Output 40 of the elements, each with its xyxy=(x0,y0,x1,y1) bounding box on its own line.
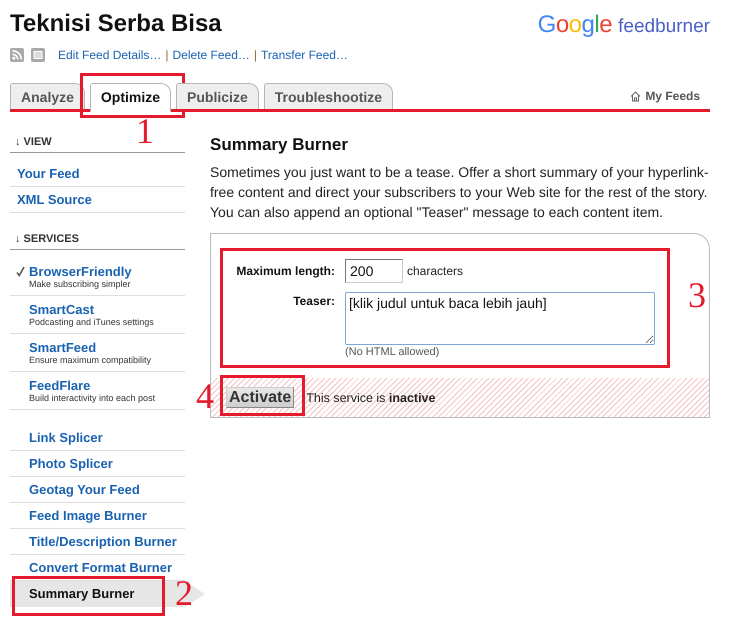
tab[interactable]: Analyze xyxy=(10,83,85,109)
product-name: feedburner xyxy=(618,15,710,39)
description-text: Sometimes you just want to be a tease. Offer a short summary of your hyperlink-free content and direct your subscribers to your Web site for the rest of the story. You can also append an optional "Teaser" message to each content item. xyxy=(210,163,710,222)
field-note: (No HTML allowed) xyxy=(345,346,440,359)
sidebar-item[interactable]: Geotag Your Feed xyxy=(10,477,185,503)
sidebar-item[interactable]: Link Splicer xyxy=(10,425,185,451)
page-heading: Summary Burner xyxy=(210,135,349,155)
sidebar-item[interactable]: Feed Image Burner xyxy=(10,503,185,529)
home-icon xyxy=(630,90,642,102)
tab[interactable]: Troubleshootize xyxy=(264,83,394,109)
sidebar-item[interactable]: SmartFeed Ensure maximum compatibility xyxy=(10,334,185,372)
callout-number: 4 xyxy=(196,378,214,414)
my-feeds-link[interactable]: My Feeds xyxy=(630,89,700,103)
brand-logo: Google xyxy=(538,11,612,39)
sidebar-item[interactable]: Photo Splicer xyxy=(10,451,185,477)
tab[interactable]: Optimize xyxy=(90,83,172,112)
sidebar-item[interactable]: BrowserFriendly Make subscribing simpler xyxy=(10,258,185,296)
status-text: This service is inactive xyxy=(306,390,436,404)
unit-label: characters xyxy=(407,264,464,278)
field-label: Maximum length: xyxy=(236,264,335,278)
sidebar-item[interactable]: XML Source xyxy=(10,187,185,213)
section-heading: ↓ SERVICES xyxy=(10,232,185,250)
tab[interactable]: Publicize xyxy=(176,83,259,109)
feed-link[interactable]: Transfer Feed… xyxy=(261,48,348,62)
field-label: Teaser: xyxy=(293,293,335,309)
sidebar-item[interactable]: Your Feed xyxy=(10,161,185,187)
teaser-field[interactable]: [klik judul untuk baca lebih jauh] xyxy=(345,292,655,345)
square-icon xyxy=(31,48,45,62)
rss-icon xyxy=(10,48,24,62)
callout-number: 3 xyxy=(688,277,706,313)
link-separator: | xyxy=(254,48,258,62)
sidebar-item[interactable]: Title/Description Burner xyxy=(10,529,185,555)
sidebar-item[interactable]: SmartCast Podcasting and iTunes settings xyxy=(10,296,185,334)
link-separator: | xyxy=(165,48,169,62)
feed-link[interactable]: Delete Feed… xyxy=(172,48,250,62)
activate-button[interactable]: Activate xyxy=(226,387,294,408)
max-length-field[interactable]: 200 xyxy=(345,259,403,283)
feed-link[interactable]: Edit Feed Details… xyxy=(58,48,162,62)
sidebar-item[interactable]: FeedFlare Build interactivity into each post xyxy=(10,372,185,410)
feed-title: Teknisi Serba Bisa xyxy=(10,9,222,39)
